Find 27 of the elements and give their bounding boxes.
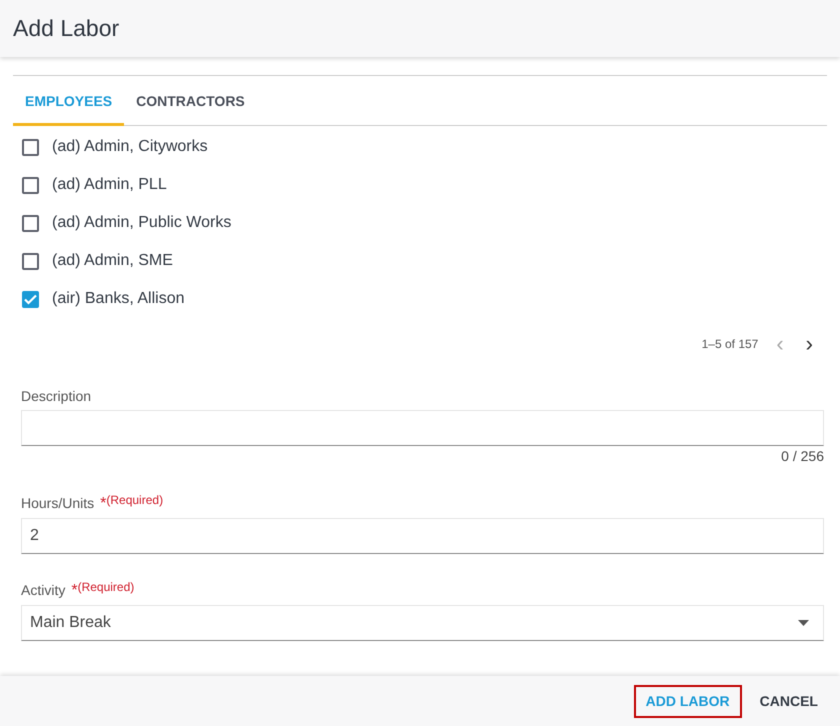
employee-name: (air) Banks, Allison [52,289,184,309]
employee-name: (ad) Admin, PLL [52,175,167,195]
employee-name: (ad) Admin, Public Works [52,213,232,233]
checkbox[interactable] [22,214,39,232]
next-page-button[interactable]: › [802,333,817,355]
character-counter: 0 / 256 [780,448,824,465]
field-label: Description [21,388,92,404]
checkbox[interactable] [22,138,39,156]
employee-name: (ad) Admin, Cityworks [52,137,208,157]
activity-dropdown[interactable]: Main Break [21,604,824,641]
field-label: Hours/Units [21,494,94,511]
cancel-button[interactable]: CANCEL [748,684,830,718]
input-field[interactable] [21,410,824,446]
tab[interactable]: CONTRACTORS [124,76,257,126]
checkbox[interactable] [22,290,39,308]
field-label: Activity [21,582,66,598]
required-note: (Required) [78,580,134,594]
required-marker: * [71,582,78,599]
pagination-range: 1–5 of 157 [702,336,758,353]
required-marker: * [100,494,106,512]
checkbox[interactable] [22,176,39,194]
input-field[interactable]: 2 [21,518,824,554]
dialog-title: Add Labor [13,14,120,42]
checkbox[interactable] [22,252,39,270]
dropdown-caret-icon [798,620,809,626]
required-note: (Required) [106,492,164,507]
employee-name: (ad) Admin, SME [52,251,173,271]
